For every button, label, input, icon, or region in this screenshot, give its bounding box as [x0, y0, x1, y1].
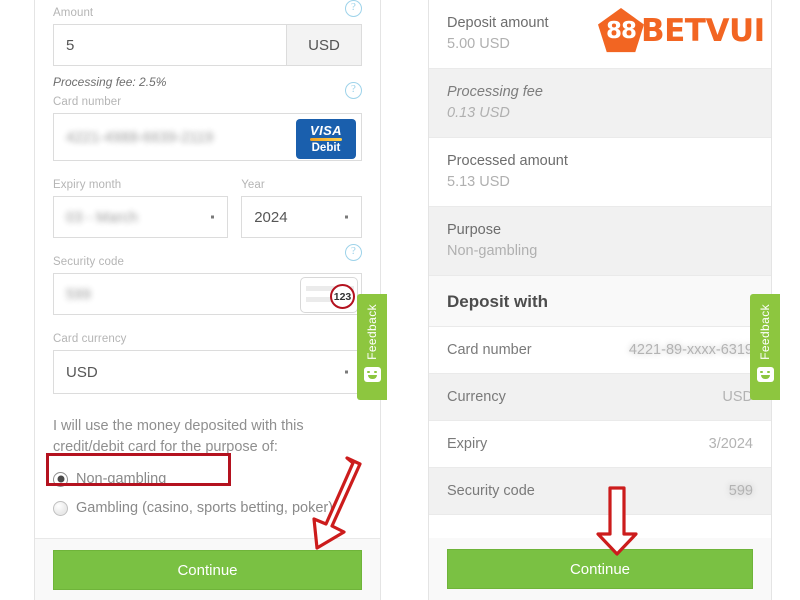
- amount-input[interactable]: 5 USD: [53, 24, 362, 66]
- security-code-label: Security code: [53, 256, 124, 268]
- card-number-label: Card number: [53, 96, 122, 108]
- section-heading-text: Deposit with: [447, 292, 549, 311]
- betvui-logo: 88 BETVUI: [598, 8, 765, 54]
- processing-fee-note: Processing fee: 2.5%: [53, 75, 167, 89]
- card-currency-label: Card currency: [53, 333, 127, 345]
- security-code-help-icon[interactable]: ?: [345, 244, 362, 261]
- smiley-face-icon: [756, 366, 774, 382]
- chevron-down-icon: [211, 215, 215, 219]
- deposit-with-section-header: Deposit with: [429, 276, 771, 327]
- amount-currency-suffix: USD: [286, 25, 361, 65]
- feedback-tab-label: Feedback: [758, 304, 772, 360]
- expiry-month-field-group: Expiry month 03 - March: [53, 178, 229, 238]
- radio-icon-selected[interactable]: [53, 471, 68, 487]
- summary-title: Purpose: [447, 222, 502, 238]
- annotation-arrow-left: [312, 456, 362, 550]
- cvv-badge: 123: [330, 284, 355, 309]
- radio-icon-unselected[interactable]: [53, 500, 68, 516]
- summary-row-processed-amount: Processed amount 5.13 USD: [429, 138, 771, 207]
- summary-title: Processed amount: [447, 153, 568, 169]
- card-number-field-group: ? Card number 4221-4988-6639-2119 VISA D…: [53, 82, 362, 161]
- detail-row-card-number: Card number 4221-89-xxxx-6319: [429, 327, 771, 374]
- feedback-tab-label: Feedback: [365, 304, 379, 360]
- radio-label-gambling: Gambling (casino, sports betting, poker): [76, 500, 334, 516]
- amount-label: Amount: [53, 7, 94, 19]
- summary-row-purpose: Purpose Non-gambling: [429, 207, 771, 276]
- summary-value: 5.13 USD: [447, 174, 510, 190]
- feedback-tab-right[interactable]: Feedback: [750, 294, 780, 400]
- summary-value: 0.13 USD: [447, 105, 510, 121]
- feedback-tab-left[interactable]: Feedback: [357, 294, 387, 400]
- card-currency-select[interactable]: USD: [53, 350, 362, 394]
- detail-key: Currency: [447, 389, 506, 405]
- amount-value: 5: [66, 36, 75, 54]
- annotation-arrow-right: [596, 486, 638, 556]
- security-code-input[interactable]: 599 123: [53, 273, 362, 315]
- year-field-group: Year 2024: [241, 178, 362, 238]
- card-number-input[interactable]: 4221-4988-6639-2119 VISA Debit: [53, 113, 362, 161]
- detail-value: USD: [722, 389, 753, 405]
- detail-row-expiry: Expiry 3/2024: [429, 421, 771, 468]
- visa-swoosh-icon: [310, 138, 342, 141]
- cvv-hint-card-icon: 123: [300, 277, 358, 313]
- visa-debit-icon: VISA Debit: [296, 119, 356, 159]
- detail-value: 599: [728, 483, 753, 499]
- payment-form-body: ? Amount 5 USD Processing fee: 2.5% ? Ca…: [35, 0, 380, 516]
- detail-key: Security code: [447, 483, 535, 499]
- card-currency-value: USD: [66, 363, 98, 381]
- expiry-month-label: Expiry month: [53, 179, 122, 191]
- year-select[interactable]: 2024: [241, 196, 362, 238]
- radio-label-non-gambling: Non-gambling: [76, 471, 167, 487]
- security-code-field-group: ? Security code 599 123: [53, 244, 362, 315]
- detail-key: Card number: [447, 342, 532, 358]
- visa-debit-text: Debit: [311, 142, 341, 154]
- smiley-face-icon: [363, 366, 381, 382]
- summary-row-processing-fee: Processing fee 0.13 USD: [429, 69, 771, 138]
- detail-key: Expiry: [447, 436, 488, 452]
- detail-value: 3/2024: [708, 436, 753, 452]
- year-label: Year: [241, 179, 265, 191]
- chevron-down-icon: [345, 215, 348, 219]
- expiry-row: Expiry month 03 - March Year 2024: [53, 178, 362, 238]
- summary-title: Processing fee: [447, 84, 543, 100]
- expiry-month-select[interactable]: 03 - March: [53, 196, 229, 238]
- year-value: 2024: [254, 208, 288, 226]
- detail-row-currency: Currency USD: [429, 374, 771, 421]
- logo-mark-text: 88: [605, 17, 637, 44]
- card-currency-field-group: Card currency USD: [53, 332, 362, 394]
- summary-value: Non-gambling: [447, 243, 538, 259]
- amount-field-group: ? Amount 5 USD: [53, 0, 362, 66]
- chevron-down-icon: [345, 370, 348, 374]
- expiry-month-value: 03 - March: [66, 208, 138, 226]
- card-number-help-icon[interactable]: ?: [345, 82, 362, 99]
- logo-pentagon-icon: 88: [598, 8, 644, 53]
- amount-help-icon[interactable]: ?: [345, 0, 362, 17]
- detail-value: 4221-89-xxxx-6319: [628, 342, 753, 358]
- logo-wordmark: BETVUI: [641, 13, 765, 49]
- screenshot-root: ? Amount 5 USD Processing fee: 2.5% ? Ca…: [0, 0, 800, 600]
- visa-brand-text: VISA: [310, 123, 342, 138]
